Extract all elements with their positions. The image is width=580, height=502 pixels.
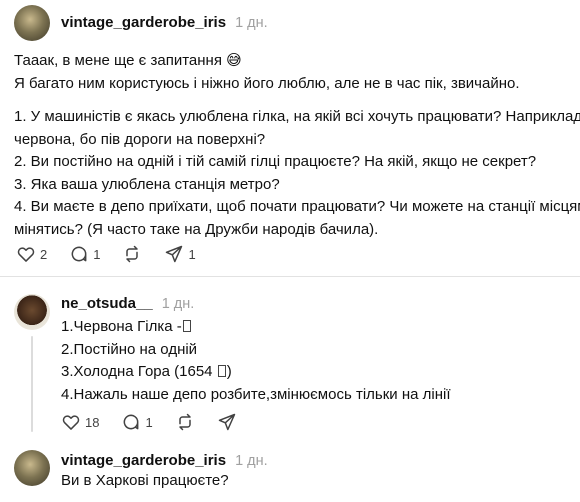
- like-count: 2: [40, 246, 48, 262]
- line-text: 1.Червона Гілка -: [61, 318, 182, 335]
- share-button[interactable]: 1: [164, 244, 196, 264]
- text-line: 2. Ви постійно на одній і тій самій гілц…: [14, 153, 537, 170]
- repost-button[interactable]: [122, 244, 142, 264]
- reply-text: Ви в Харкові працюєте?: [61, 470, 229, 493]
- post-header: vintage_garderobe_iris 1 дн.: [61, 452, 268, 469]
- heart-icon: [17, 247, 35, 262]
- comment-button[interactable]: 1: [69, 244, 100, 264]
- avatar[interactable]: [14, 294, 50, 330]
- repost-icon: [126, 245, 139, 263]
- comment-count: 1: [93, 246, 101, 262]
- avatar[interactable]: [14, 450, 50, 486]
- post-actions: 2 1 1: [16, 244, 218, 264]
- like-count: 18: [85, 414, 100, 430]
- share-count: 1: [188, 246, 196, 262]
- repost-icon: [178, 413, 191, 431]
- text-line: мінятись? (Я часто таке на Дружби народі…: [14, 220, 379, 238]
- divider: [0, 276, 580, 277]
- missing-glyph-icon: [182, 320, 191, 332]
- text-line: Тааак, в мене ще є запитання 😅: [14, 52, 242, 69]
- text-line: 1.Червона Гілка -: [61, 316, 451, 339]
- line-text: 3.Холодна Гора (1654: [61, 363, 217, 380]
- text-line: 1. У машиністів є якась улюблена гілка, …: [14, 108, 580, 125]
- comment-icon: [71, 246, 87, 262]
- thread: vintage_garderobe_iris 1 дн. Тааак, в ме…: [0, 0, 580, 502]
- share-icon: [218, 413, 235, 431]
- text-line: 3. Яка ваша улюблена станція метро?: [14, 175, 280, 193]
- missing-glyph-icon: [217, 365, 226, 377]
- post-header: ne_otsuda__ 1 дн.: [61, 295, 194, 312]
- timestamp[interactable]: 1 дн.: [235, 453, 268, 469]
- text-line: 3.Холодна Гора (1654 ): [61, 361, 451, 384]
- avatar[interactable]: [14, 5, 50, 41]
- text-line: 4. Ви маєте в депо приїхати, щоб почати …: [14, 198, 580, 215]
- share-icon: [166, 245, 183, 263]
- thread-line: [31, 336, 33, 432]
- comment-icon: [124, 414, 139, 430]
- comment-count: 1: [145, 414, 153, 430]
- comment-button[interactable]: 1: [121, 412, 153, 432]
- post-text: Тааак, в мене ще є запитання 😅 Я багато …: [14, 50, 580, 241]
- heart-icon: [62, 415, 80, 430]
- reply-text: 1.Червона Гілка - 2.Постійно на одній 3.…: [61, 316, 451, 406]
- username[interactable]: vintage_garderobe_iris: [61, 452, 226, 469]
- text-line: 2.Постійно на одній: [61, 340, 198, 358]
- username[interactable]: vintage_garderobe_iris: [61, 14, 226, 31]
- text-line: 4.Нажаль наше депо розбите,змінюємось ті…: [61, 385, 451, 403]
- post-header: vintage_garderobe_iris 1 дн.: [61, 14, 268, 31]
- repost-button[interactable]: [175, 412, 195, 432]
- reply-actions: 18 1: [61, 412, 259, 432]
- share-button[interactable]: [217, 412, 237, 432]
- timestamp[interactable]: 1 дн.: [235, 15, 268, 31]
- like-button[interactable]: 2: [16, 244, 47, 264]
- text-line: Я багато ним користуюсь і ніжно його люб…: [14, 74, 520, 92]
- like-button[interactable]: 18: [61, 412, 99, 432]
- line-suffix: ): [226, 363, 232, 380]
- username[interactable]: ne_otsuda__: [61, 295, 153, 312]
- text-line: Ви в Харкові працюєте?: [61, 472, 229, 489]
- timestamp[interactable]: 1 дн.: [162, 296, 195, 312]
- text-line: червона, бо пів дороги на поверхні?: [14, 130, 266, 148]
